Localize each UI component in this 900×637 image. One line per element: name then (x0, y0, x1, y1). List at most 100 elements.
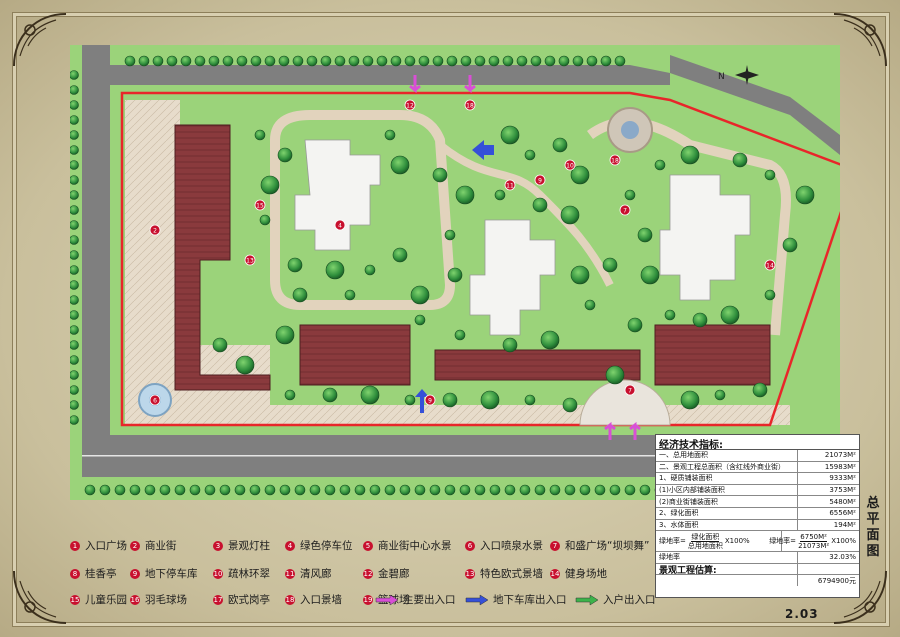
tree-icon (544, 55, 556, 67)
legend-label: 入口喷泉水景 (480, 540, 543, 552)
estimate-row: 景观工程估算: (656, 563, 859, 576)
legend-number: 17 (213, 594, 223, 605)
tree-icon (516, 55, 528, 67)
tree-icon (432, 55, 444, 67)
tree-icon (692, 312, 708, 328)
tree-icon (560, 205, 580, 225)
tree-icon (292, 55, 304, 67)
tree-icon (564, 484, 576, 496)
tree-icon (489, 484, 501, 496)
legend-number: 16 (130, 594, 140, 605)
tree-icon (474, 484, 486, 496)
formula-suffix: X100% (724, 537, 750, 546)
legend-label: 羽毛球场 (145, 594, 187, 606)
tree-icon (558, 55, 570, 67)
legend-number: 12 (363, 568, 373, 579)
tree-icon (572, 55, 584, 67)
legend-number: 4 (285, 540, 295, 551)
row-label: 二、景观工程总面积（含红线外商业街） (659, 462, 785, 471)
legend-label: 健身场地 (565, 568, 607, 580)
tree-icon (502, 55, 514, 67)
tree-icon (70, 205, 79, 215)
tree-icon (444, 484, 456, 496)
legend-label: 商业街 (145, 540, 177, 552)
tree-icon (369, 484, 381, 496)
tree-icon (249, 484, 261, 496)
tree-icon (212, 337, 228, 353)
formula-top: 绿化面积 (691, 532, 720, 542)
tree-icon (99, 484, 111, 496)
tree-icon (364, 264, 376, 276)
legend-number: 5 (363, 540, 373, 551)
legend-number: 15 (70, 594, 80, 605)
map-marker: 13 (244, 254, 256, 266)
tree-icon (534, 484, 546, 496)
estimate-value-row: 6794900元 (656, 575, 859, 586)
row-value: 6556M² (797, 507, 859, 519)
legend-item: 16 羽毛球场 (130, 592, 187, 607)
row-label: 2、绿化面积 (659, 509, 699, 518)
row-value: 21073M² (797, 450, 859, 461)
tree-icon (584, 299, 596, 311)
legend-arrow-label: 主要出入口 (403, 594, 456, 606)
corner-ornament-icon (13, 13, 67, 67)
tree-icon (292, 287, 308, 303)
table-row: 二、景观工程总面积（含红线外商业街） 15983M² (656, 461, 859, 474)
tree-icon (159, 484, 171, 496)
tree-icon (594, 484, 606, 496)
formula-right-top: 6750M² (800, 532, 827, 542)
tree-icon (129, 484, 141, 496)
tree-icon (152, 55, 164, 67)
page-number: 2.03 (785, 607, 819, 621)
legend-item: 6 入口喷泉水景 (465, 538, 543, 553)
tree-icon (442, 392, 458, 408)
green-rate-value: 32.03% (797, 552, 859, 563)
legend-item: 3 景观灯柱 (213, 538, 270, 553)
tree-icon (637, 227, 653, 243)
formula-bottom: 总用地面积 (687, 541, 723, 550)
row-value: 194M² (797, 519, 859, 531)
svg-text:12: 12 (406, 102, 414, 109)
tree-icon (605, 365, 625, 385)
legend-item: 7 和盛广场“坝坝舞” (550, 538, 649, 553)
tree-icon (459, 484, 471, 496)
map-marker: 4 (334, 219, 346, 231)
legend-number: 11 (285, 568, 295, 579)
drawing-title-char: 图 (866, 544, 880, 559)
legend-number: 9 (130, 568, 140, 579)
tree-icon (324, 484, 336, 496)
row-value: 5480M² (797, 496, 859, 507)
legend-item: 13 特色欧式景墙 (465, 566, 543, 581)
road-west (82, 45, 110, 435)
tree-icon (70, 130, 79, 140)
tree-icon (519, 484, 531, 496)
tree-icon (236, 55, 248, 67)
tree-icon (278, 55, 290, 67)
commercial-building-roof (299, 324, 411, 386)
roundabout-center (621, 121, 639, 139)
row-label: 3、水体面积 (659, 520, 699, 529)
tree-icon (306, 55, 318, 67)
corner-ornament-icon (13, 570, 67, 624)
tree-icon (414, 314, 426, 326)
formula-right-prefix: 绿地率= (769, 537, 797, 546)
tree-icon (680, 145, 700, 165)
tree-icon (504, 484, 516, 496)
tree-icon (84, 484, 96, 496)
tree-icon (70, 160, 79, 170)
tree-icon (390, 55, 402, 67)
tree-icon (562, 397, 578, 413)
legend-item: 15 儿童乐园 (70, 592, 127, 607)
tree-icon (325, 260, 345, 280)
map-marker: 11 (504, 179, 516, 191)
row-label: 1、硬质铺装面积 (659, 474, 713, 483)
tree-icon (392, 247, 408, 263)
tree-icon (144, 484, 156, 496)
tree-icon (174, 484, 186, 496)
legend-arrow-label: 入户出入口 (603, 594, 656, 606)
legend-number: 18 (285, 594, 295, 605)
tree-icon (194, 55, 206, 67)
tree-icon (795, 185, 815, 205)
tree-icon (208, 55, 220, 67)
tree-icon (390, 155, 410, 175)
